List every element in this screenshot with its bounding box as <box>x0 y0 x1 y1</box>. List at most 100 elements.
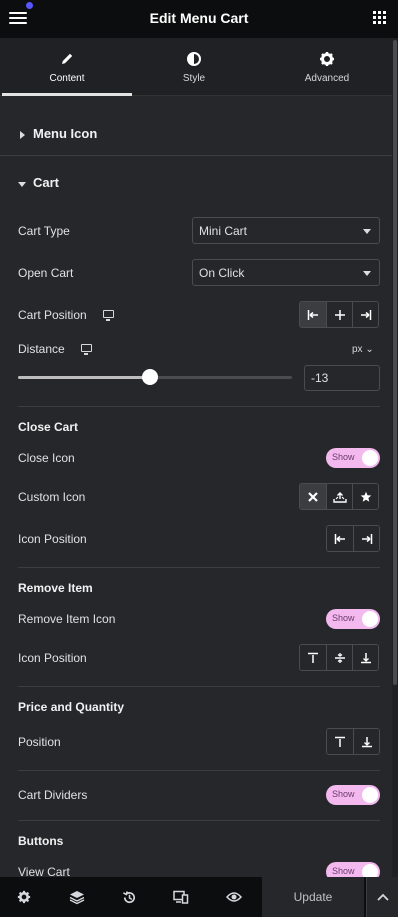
close-icon-label: Close Icon <box>18 451 75 465</box>
toggle-label: Show <box>332 613 355 623</box>
chevron-up-icon <box>376 893 389 901</box>
cart-dividers-toggle[interactable]: Show <box>326 785 380 805</box>
icon-none-button[interactable] <box>300 484 326 509</box>
align-middle-icon <box>334 652 345 663</box>
remove-icon-position-buttons <box>299 644 379 671</box>
section-divider <box>18 567 380 568</box>
price-quantity-heading: Price and Quantity <box>18 700 125 714</box>
cart-type-label: Cart Type <box>18 224 70 238</box>
icon-library-button[interactable] <box>352 484 378 509</box>
section-menu-icon-title: Menu Icon <box>33 126 98 141</box>
tab-advanced-label: Advanced <box>304 73 350 84</box>
price-position-buttons <box>326 728 380 755</box>
unit-select[interactable]: px ⌄ <box>352 344 374 355</box>
align-top-icon <box>335 736 345 747</box>
align-center-icon <box>334 309 345 320</box>
preview-eye-icon[interactable] <box>224 887 244 907</box>
tab-content-label: Content <box>49 73 85 84</box>
close-icon <box>308 491 318 502</box>
update-button[interactable]: Update <box>262 877 364 917</box>
panel-title: Edit Menu Cart <box>149 10 249 26</box>
cart-type-select[interactable]: Mini Cart <box>192 217 380 244</box>
open-cart-select[interactable]: On Click <box>192 259 380 286</box>
save-options-button[interactable] <box>366 877 398 917</box>
section-divider <box>18 406 380 407</box>
section-divider <box>18 686 380 687</box>
valign-middle-button[interactable] <box>326 645 352 670</box>
remove-item-icon-toggle[interactable]: Show <box>326 609 380 629</box>
align-center-button[interactable] <box>326 302 352 327</box>
layers-icon[interactable] <box>67 887 87 907</box>
distance-input[interactable] <box>304 365 380 391</box>
slider-handle[interactable] <box>142 369 158 385</box>
toggle-label: Show <box>332 866 355 876</box>
toggle-knob <box>362 450 378 466</box>
chevron-down-icon <box>363 229 371 234</box>
custom-icon-buttons <box>299 483 379 510</box>
toggle-knob <box>362 787 378 803</box>
desktop-responsive-icon[interactable] <box>81 344 92 355</box>
valign-top-button[interactable] <box>300 645 326 670</box>
open-cart-label: Open Cart <box>18 266 74 280</box>
align-top-icon <box>308 652 318 663</box>
panel-scrollbar[interactable] <box>392 38 398 878</box>
align-start-icon <box>307 309 318 320</box>
chevron-down-icon: ⌄ <box>365 344 374 355</box>
tab-style-label: Style <box>182 73 206 84</box>
half-circle-icon <box>129 51 259 67</box>
custom-icon-label: Custom Icon <box>18 490 86 504</box>
distance-slider[interactable] <box>18 369 292 385</box>
align-end-icon <box>361 533 372 544</box>
toggle-label: Show <box>332 452 355 462</box>
close-cart-heading: Close Cart <box>18 420 79 434</box>
scrollbar-thumb[interactable] <box>393 40 397 685</box>
panel-tabs: Content Style Advanced <box>0 38 392 96</box>
position-start-button[interactable] <box>327 526 353 551</box>
tab-style[interactable]: Style <box>129 38 259 96</box>
settings-gear-icon[interactable] <box>14 887 34 907</box>
caret-right-icon <box>20 131 25 139</box>
slider-fill <box>18 376 150 379</box>
position-end-button[interactable] <box>353 526 379 551</box>
toggle-knob <box>362 611 378 627</box>
open-cart-value: On Click <box>199 266 245 280</box>
icon-upload-button[interactable] <box>326 484 352 509</box>
top-bar: Edit Menu Cart <box>0 0 398 38</box>
caret-down-icon <box>18 182 26 187</box>
tab-content[interactable]: Content <box>2 38 132 96</box>
bottom-toolbar: Update <box>0 877 398 917</box>
position-top-button[interactable] <box>327 729 353 754</box>
responsive-mode-icon[interactable] <box>171 887 191 907</box>
widgets-grid-icon[interactable] <box>373 11 386 24</box>
icon-position-label: Icon Position <box>18 532 87 546</box>
distance-label: Distance <box>18 342 65 356</box>
cart-type-value: Mini Cart <box>199 224 248 238</box>
tab-advanced[interactable]: Advanced <box>262 38 392 96</box>
unit-value: px <box>352 344 363 355</box>
valign-bottom-button[interactable] <box>352 645 378 670</box>
cart-dividers-label: Cart Dividers <box>18 788 88 802</box>
section-divider <box>18 770 380 771</box>
close-icon-toggle[interactable]: Show <box>326 448 380 468</box>
cart-position-buttons <box>299 301 379 328</box>
upload-icon <box>332 491 347 503</box>
remove-item-icon-label: Remove Item Icon <box>18 612 116 626</box>
history-icon[interactable] <box>119 887 139 907</box>
buttons-heading: Buttons <box>18 834 64 848</box>
section-divider <box>0 155 392 156</box>
align-bottom-icon <box>361 736 372 747</box>
cart-position-label: Cart Position <box>18 308 87 322</box>
icon-position-buttons <box>326 525 380 552</box>
align-bottom-icon <box>360 652 371 663</box>
align-end-button[interactable] <box>352 302 378 327</box>
align-start-button[interactable] <box>300 302 326 327</box>
position-label: Position <box>18 735 61 749</box>
section-cart[interactable]: Cart <box>0 161 392 207</box>
gear-icon <box>262 51 392 67</box>
section-menu-icon[interactable]: Menu Icon <box>0 112 392 158</box>
desktop-responsive-icon[interactable] <box>103 310 114 321</box>
pencil-icon <box>2 51 132 67</box>
star-icon <box>360 491 371 502</box>
toggle-label: Show <box>332 789 355 799</box>
position-bottom-button[interactable] <box>353 729 379 754</box>
